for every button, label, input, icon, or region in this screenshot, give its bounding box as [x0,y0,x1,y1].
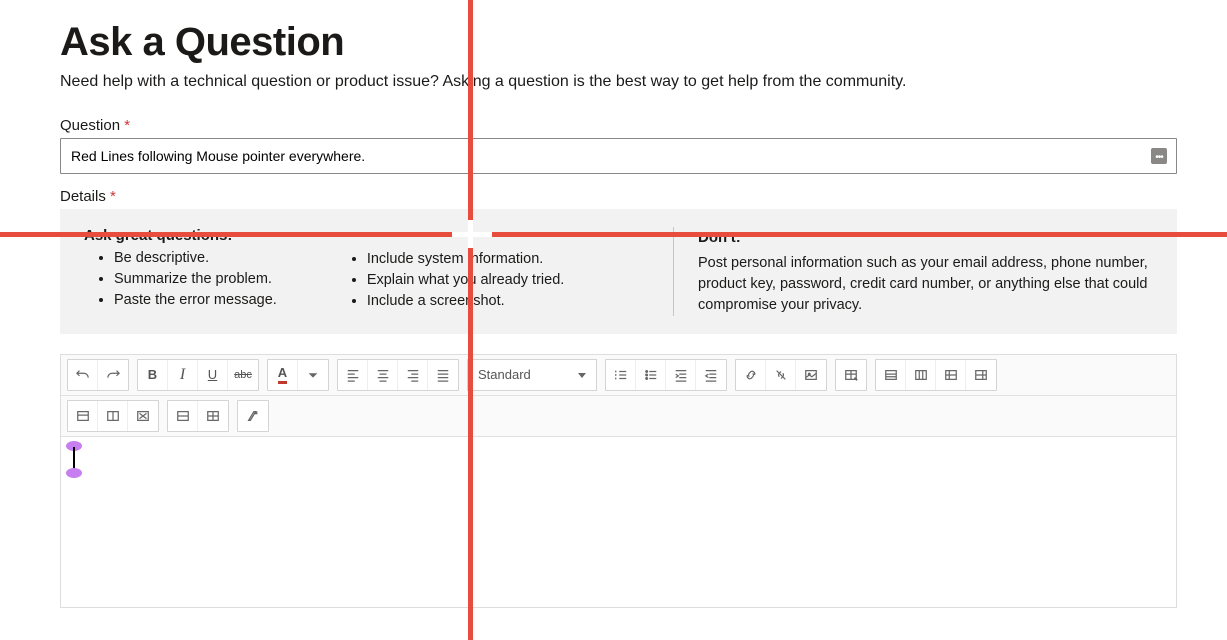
clear-format-button[interactable] [238,401,268,431]
text-color-dropdown[interactable] [298,360,328,390]
indent-button[interactable] [666,360,696,390]
tip-item: Explain what you already tried. [367,270,564,291]
align-right-button[interactable] [398,360,428,390]
text-caret-icon [73,447,75,469]
question-label: Question * [60,117,1177,134]
table-insert-row-button[interactable] [68,401,98,431]
table-row-button[interactable] [876,360,906,390]
merge-cells-button[interactable] [168,401,198,431]
link-button[interactable] [736,360,766,390]
align-center-button[interactable] [368,360,398,390]
redo-button[interactable] [98,360,128,390]
table-cell-left-button[interactable] [936,360,966,390]
split-cell-button[interactable] [198,401,228,431]
align-left-button[interactable] [338,360,368,390]
tip-item: Be descriptive. [114,248,277,269]
table-insert-col-button[interactable] [98,401,128,431]
numbered-list-button[interactable] [606,360,636,390]
tip-item: Include system information. [367,249,564,270]
align-justify-button[interactable] [428,360,458,390]
format-select[interactable]: Standard [467,359,597,391]
table-cell-right-button[interactable] [966,360,996,390]
question-input[interactable] [60,138,1177,174]
bulleted-list-button[interactable] [636,360,666,390]
tip-item: Include a screenshot. [367,291,564,312]
table-delete-button[interactable] [128,401,158,431]
bold-button[interactable]: B [138,360,168,390]
details-label: Details * [60,188,1177,205]
page-subtitle: Need help with a technical question or p… [60,73,1177,91]
tips-panel: Ask great questions: Be descriptive. Sum… [60,209,1177,334]
image-button[interactable] [796,360,826,390]
unlink-button[interactable] [766,360,796,390]
table-col-button[interactable] [906,360,936,390]
tip-item: Summarize the problem. [114,269,277,290]
rich-editor: B I U abc A Standard [60,354,1177,608]
input-more-icon[interactable]: ••• [1151,148,1167,164]
insert-table-button[interactable] [836,360,866,390]
outdent-button[interactable] [696,360,726,390]
details-editor-body[interactable] [61,437,1176,607]
tips-dont-text: Post personal information such as your e… [698,253,1153,316]
page-title: Ask a Question [60,20,1177,65]
crosshair-vertical-icon [468,0,473,640]
undo-button[interactable] [68,360,98,390]
strikethrough-button[interactable]: abc [228,360,258,390]
crosshair-horizontal-icon [0,232,1227,237]
text-color-button[interactable]: A [268,360,298,390]
selection-handle-icon[interactable] [66,468,82,478]
tip-item: Paste the error message. [114,290,277,311]
tips-dont-heading: Don't: [698,227,1153,249]
underline-button[interactable]: U [198,360,228,390]
italic-button[interactable]: I [168,360,198,390]
